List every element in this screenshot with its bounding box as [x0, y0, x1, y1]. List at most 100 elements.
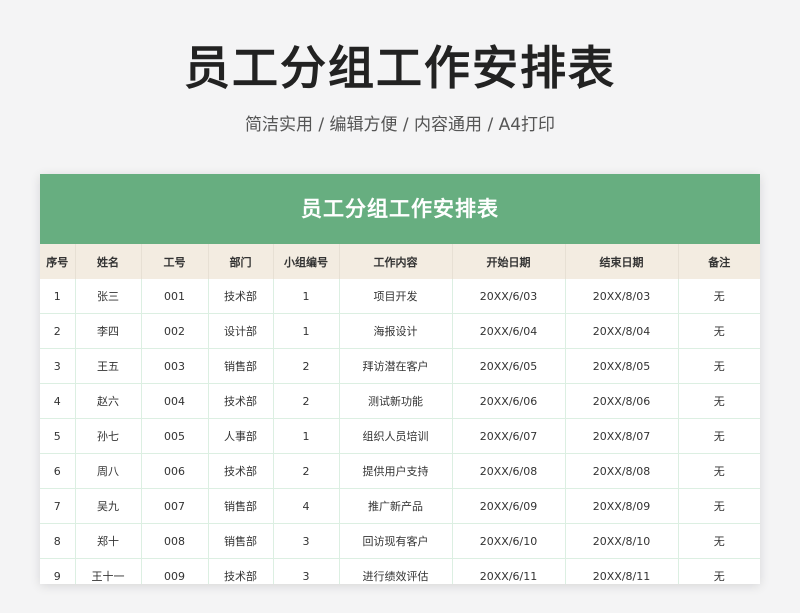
name-cell[interactable]: 吴九 [75, 488, 142, 524]
employee-id-cell[interactable]: 008 [141, 523, 209, 559]
schedule-table: 序号 姓名 工号 部门 小组编号 工作内容 开始日期 结束日期 备注 1 张三 00… [40, 244, 760, 584]
sheet-title: 员工分组工作安排表 [40, 174, 760, 244]
group-number-cell[interactable]: 3 [273, 523, 340, 559]
department-cell[interactable]: 技术部 [208, 453, 274, 489]
index-cell[interactable]: 8 [40, 523, 76, 559]
start-date-cell[interactable]: 20XX/6/05 [452, 348, 566, 384]
employee-id-cell[interactable]: 007 [141, 488, 209, 524]
remarks-cell[interactable]: 无 [678, 313, 760, 349]
table-row: 3 王五 003 销售部 2 拜访潜在客户 20XX/6/05 20XX/8/05 无 [40, 348, 760, 384]
name-cell[interactable]: 郑十 [75, 523, 142, 559]
name-cell[interactable]: 王五 [75, 348, 142, 384]
end-date-cell[interactable]: 20XX/8/06 [565, 383, 679, 419]
remarks-cell[interactable]: 无 [678, 488, 760, 524]
task-cell[interactable]: 提供用户支持 [339, 453, 453, 489]
department-cell[interactable]: 人事部 [208, 418, 274, 454]
name-cell[interactable]: 李四 [75, 313, 142, 349]
group-number-cell[interactable]: 2 [273, 383, 340, 419]
group-number-cell[interactable]: 1 [273, 418, 340, 454]
task-cell[interactable]: 测试新功能 [339, 383, 453, 419]
department-cell[interactable]: 技术部 [208, 558, 274, 584]
group-number-cell[interactable]: 3 [273, 558, 340, 584]
table-row: 4 赵六 004 技术部 2 测试新功能 20XX/6/06 20XX/8/06 无 [40, 383, 760, 419]
name-cell[interactable]: 周八 [75, 453, 142, 489]
table-body: 1 张三 001 技术部 1 项目开发 20XX/6/03 20XX/8/03 无 2 李四 002 设… [40, 279, 760, 584]
employee-id-cell[interactable]: 003 [141, 348, 209, 384]
remarks-cell[interactable]: 无 [678, 453, 760, 489]
column-header-task: 工作内容 [339, 244, 453, 279]
end-date-cell[interactable]: 20XX/8/04 [565, 313, 679, 349]
page-title: 员工分组工作安排表 [184, 41, 616, 95]
task-cell[interactable]: 回访现有客户 [339, 523, 453, 559]
department-cell[interactable]: 设计部 [208, 313, 274, 349]
task-cell[interactable]: 进行绩效评估 [339, 558, 453, 584]
column-header-department: 部门 [208, 244, 274, 279]
start-date-cell[interactable]: 20XX/6/03 [452, 279, 566, 314]
remarks-cell[interactable]: 无 [678, 418, 760, 454]
schedule-sheet: 员工分组工作安排表 序号 姓名 工号 部门 小组编号 工作内容 开始日期 结束日… [40, 174, 760, 584]
group-number-cell[interactable]: 4 [273, 488, 340, 524]
group-number-cell[interactable]: 1 [273, 313, 340, 349]
table-row: 2 李四 002 设计部 1 海报设计 20XX/6/04 20XX/8/04 无 [40, 313, 760, 349]
start-date-cell[interactable]: 20XX/6/06 [452, 383, 566, 419]
end-date-cell[interactable]: 20XX/8/09 [565, 488, 679, 524]
remarks-cell[interactable]: 无 [678, 383, 760, 419]
start-date-cell[interactable]: 20XX/6/04 [452, 313, 566, 349]
start-date-cell[interactable]: 20XX/6/11 [452, 558, 566, 584]
department-cell[interactable]: 销售部 [208, 488, 274, 524]
group-number-cell[interactable]: 1 [273, 279, 340, 314]
start-date-cell[interactable]: 20XX/6/07 [452, 418, 566, 454]
group-number-cell[interactable]: 2 [273, 453, 340, 489]
employee-id-cell[interactable]: 005 [141, 418, 209, 454]
employee-id-cell[interactable]: 009 [141, 558, 209, 584]
index-cell[interactable]: 3 [40, 348, 76, 384]
index-cell[interactable]: 2 [40, 313, 76, 349]
department-cell[interactable]: 销售部 [208, 348, 274, 384]
task-cell[interactable]: 项目开发 [339, 279, 453, 314]
index-cell[interactable]: 6 [40, 453, 76, 489]
task-cell[interactable]: 推广新产品 [339, 488, 453, 524]
end-date-cell[interactable]: 20XX/8/10 [565, 523, 679, 559]
remarks-cell[interactable]: 无 [678, 348, 760, 384]
start-date-cell[interactable]: 20XX/6/10 [452, 523, 566, 559]
remarks-cell[interactable]: 无 [678, 279, 760, 314]
column-header-index: 序号 [40, 244, 76, 279]
start-date-cell[interactable]: 20XX/6/08 [452, 453, 566, 489]
index-cell[interactable]: 4 [40, 383, 76, 419]
task-cell[interactable]: 拜访潜在客户 [339, 348, 453, 384]
end-date-cell[interactable]: 20XX/8/05 [565, 348, 679, 384]
task-cell[interactable]: 组织人员培训 [339, 418, 453, 454]
department-cell[interactable]: 销售部 [208, 523, 274, 559]
column-header-remarks: 备注 [678, 244, 760, 279]
column-header-employee-id: 工号 [141, 244, 209, 279]
group-number-cell[interactable]: 2 [273, 348, 340, 384]
remarks-cell[interactable]: 无 [678, 558, 760, 584]
page: 员工分组工作安排表 简洁实用 / 编辑方便 / 内容通用 / A4打印 员工分组… [0, 0, 800, 613]
table-row: 5 孙七 005 人事部 1 组织人员培训 20XX/6/07 20XX/8/07 无 [40, 418, 760, 454]
name-cell[interactable]: 孙七 [75, 418, 142, 454]
employee-id-cell[interactable]: 002 [141, 313, 209, 349]
end-date-cell[interactable]: 20XX/8/03 [565, 279, 679, 314]
end-date-cell[interactable]: 20XX/8/08 [565, 453, 679, 489]
employee-id-cell[interactable]: 006 [141, 453, 209, 489]
department-cell[interactable]: 技术部 [208, 383, 274, 419]
index-cell[interactable]: 1 [40, 279, 76, 314]
index-cell[interactable]: 9 [40, 558, 76, 584]
index-cell[interactable]: 5 [40, 418, 76, 454]
name-cell[interactable]: 张三 [75, 279, 142, 314]
end-date-cell[interactable]: 20XX/8/11 [565, 558, 679, 584]
table-row: 7 吴九 007 销售部 4 推广新产品 20XX/6/09 20XX/8/09 无 [40, 488, 760, 524]
end-date-cell[interactable]: 20XX/8/07 [565, 418, 679, 454]
table-row: 8 郑十 008 销售部 3 回访现有客户 20XX/6/10 20XX/8/10 无 [40, 523, 760, 559]
remarks-cell[interactable]: 无 [678, 523, 760, 559]
table-row: 1 张三 001 技术部 1 项目开发 20XX/6/03 20XX/8/03 无 [40, 279, 760, 314]
employee-id-cell[interactable]: 001 [141, 279, 209, 314]
employee-id-cell[interactable]: 004 [141, 383, 209, 419]
department-cell[interactable]: 技术部 [208, 279, 274, 314]
name-cell[interactable]: 王十一 [75, 558, 142, 584]
column-header-name: 姓名 [75, 244, 142, 279]
name-cell[interactable]: 赵六 [75, 383, 142, 419]
start-date-cell[interactable]: 20XX/6/09 [452, 488, 566, 524]
index-cell[interactable]: 7 [40, 488, 76, 524]
task-cell[interactable]: 海报设计 [339, 313, 453, 349]
